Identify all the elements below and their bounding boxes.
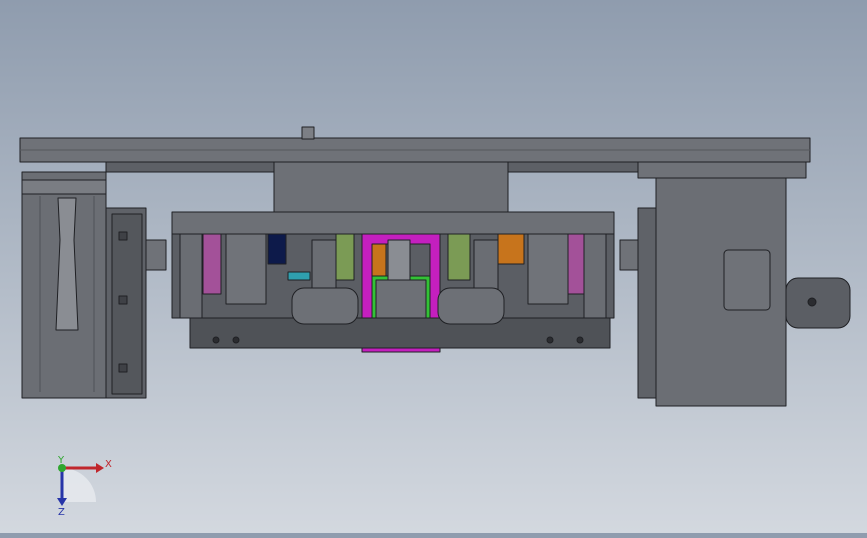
assembly-model-view[interactable]: X Y Z — [0, 0, 867, 533]
y-axis-label: Y — [57, 455, 65, 466]
z-axis-label: Z — [58, 507, 65, 518]
cad-graphics-viewport[interactable]: X Y Z — [0, 0, 867, 533]
left-motor[interactable] — [21, 171, 167, 399]
right-cylinder[interactable] — [527, 233, 569, 305]
right-pink-bar[interactable] — [567, 233, 585, 295]
x-axis-label: X — [105, 459, 112, 470]
right-motor[interactable] — [619, 161, 851, 407]
left-cylinder[interactable] — [225, 233, 267, 305]
orientation-triad[interactable]: X Y Z — [57, 455, 112, 518]
right-olive-part[interactable] — [447, 233, 471, 281]
center-block[interactable] — [273, 161, 509, 213]
navy-block[interactable] — [267, 233, 287, 265]
right-orange-gear[interactable] — [497, 233, 525, 265]
left-pink-bar[interactable] — [202, 233, 222, 295]
teal-strip[interactable] — [287, 271, 311, 281]
left-olive-part[interactable] — [335, 233, 355, 281]
